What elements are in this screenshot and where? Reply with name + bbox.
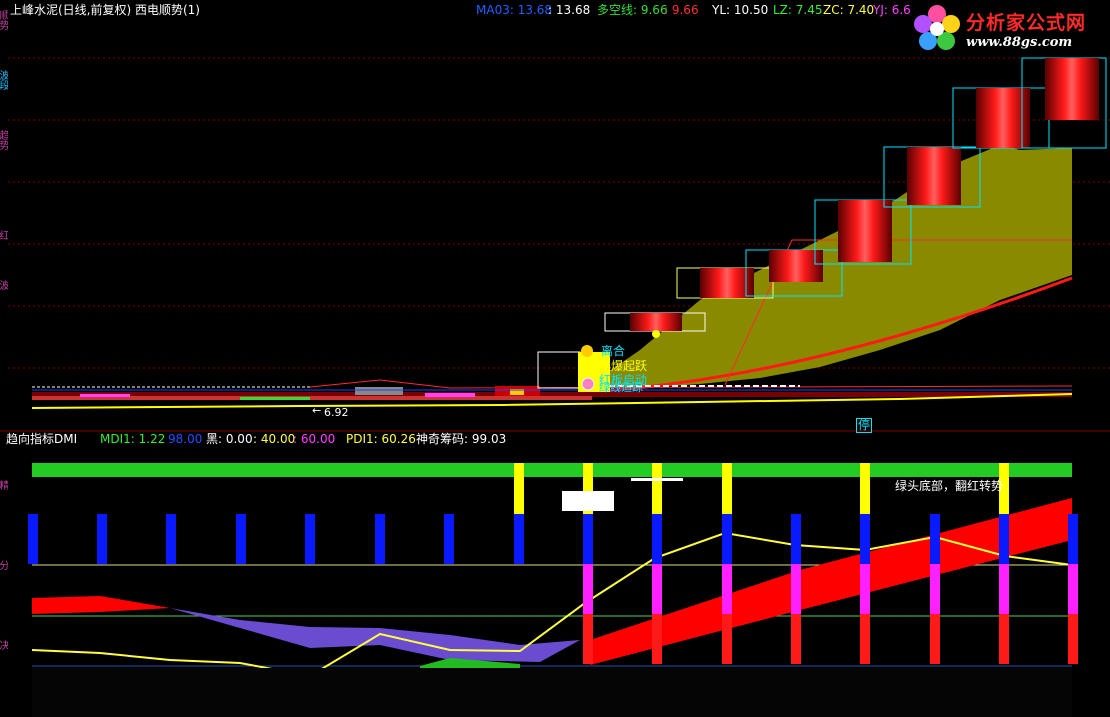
low-price-label: 6.92 <box>324 406 349 419</box>
white-marker <box>562 491 614 511</box>
site-logo[interactable]: 分析家公式网 www.88gs.com <box>910 2 1108 54</box>
indicator-zc: ZC: 7.40 <box>823 3 875 17</box>
indicator-yl: YL: 10.50 <box>712 3 769 17</box>
low-band <box>240 397 310 400</box>
stop-marker[interactable]: 停 <box>856 418 873 433</box>
signal-label-qibao: 起爆起跃 <box>599 359 648 373</box>
indicator-lz: LZ: 7.45 <box>773 3 823 17</box>
trace-icon <box>581 377 595 391</box>
indicator-duokong-value: : 9.66 <box>664 3 699 17</box>
signal-dot <box>652 330 660 338</box>
dmi-pdi1: PDI1: 60.26 <box>346 432 416 446</box>
green-bar <box>32 463 1072 477</box>
flower-icon <box>914 5 960 50</box>
dmi-40: : 40.00 <box>253 432 296 446</box>
breakout-icon <box>581 345 593 357</box>
signal-label-lvxian: 绿线追踪 <box>599 381 643 394</box>
logo-url: www.88gs.com <box>966 35 1073 50</box>
bottom-area <box>32 668 1072 717</box>
chart-canvas[interactable]: ← <box>0 0 1110 717</box>
indicator-note: 绿头底部，翻红转势 <box>895 479 1004 493</box>
logo-title: 分析家公式网 <box>966 12 1087 34</box>
indicator-ma03: MA03: 13.68 <box>476 3 553 17</box>
indicator-duokong: 多空线: 9.66 <box>597 3 668 17</box>
chart-title: 上峰水泥(日线,前复权) 西电顺势(1) <box>10 3 200 17</box>
grey-block <box>355 387 403 395</box>
low-price-arrow: ← <box>312 404 321 417</box>
dmi-black: 黑: 0.00 <box>206 432 253 446</box>
signal-label-lihe: 离合 <box>601 344 626 358</box>
red-band-left <box>32 596 170 614</box>
indicator-yj: YJ: 6.6 <box>873 3 911 17</box>
trend-fill-area <box>585 145 1072 388</box>
dmi-chip: 神奇筹码: 99.03 <box>416 432 507 446</box>
white-marker <box>631 478 683 481</box>
dmi-mdi1: MDI1: 1.22 <box>100 432 166 446</box>
indicator-ma03-value: : 13.68 <box>548 3 591 17</box>
low-band <box>425 393 475 397</box>
low-band <box>80 394 130 397</box>
indicator-panel-title: 趋向指标DMI <box>6 432 78 446</box>
dmi-60: : 60.00 <box>293 432 336 446</box>
dmi-98: 98.00 <box>168 432 203 446</box>
